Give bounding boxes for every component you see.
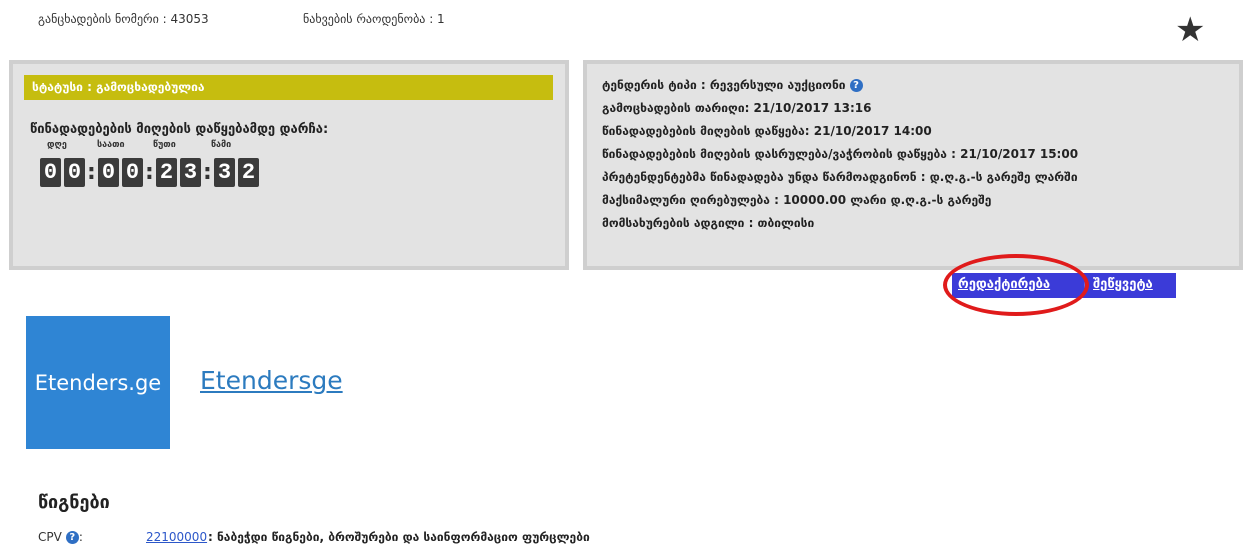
highlight-annotation — [943, 254, 1089, 316]
countdown-digit: 2 — [238, 158, 259, 187]
category-title: წიგნები — [38, 492, 110, 513]
countdown-separator: : — [203, 160, 212, 185]
application-number: განცხადების ნომერი : 43053 — [38, 12, 209, 26]
organization-link[interactable]: Etendersge — [200, 366, 343, 395]
cpv-description: : ნაბეჭდი წიგნები, ბროშურები და საინფორმ… — [208, 530, 590, 544]
remaining-time-label: წინადადებების მიღების დაწყებამდე დარჩა: — [30, 122, 329, 137]
countdown-digit: 3 — [214, 158, 235, 187]
countdown-separator: : — [87, 160, 96, 185]
countdown-digit: 3 — [180, 158, 201, 187]
countdown-digit: 0 — [64, 158, 85, 187]
countdown-digit: 0 — [122, 158, 143, 187]
cpv-code-link[interactable]: 22100000 — [146, 530, 207, 544]
days-label: დღე — [47, 140, 67, 150]
hours-label: საათი — [97, 140, 125, 150]
countdown-separator: : — [145, 160, 154, 185]
offers-end-date: წინადადებების მიღების დასრულება/ვაჭრობის… — [602, 147, 1079, 161]
tender-type: ტენდერის ტიპი : რევერსული აუქციონი? — [602, 78, 863, 92]
question-circle-icon[interactable]: ? — [65, 531, 79, 544]
offers-start-date: წინადადებების მიღების დაწყება: 21/10/201… — [602, 124, 932, 138]
stop-link[interactable]: შეწყვეტა — [1093, 277, 1153, 292]
announce-date: გამოცხადების თარიღი: 21/10/2017 13:16 — [602, 101, 872, 115]
view-count: ნახვების რაოდენობა : 1 — [303, 12, 445, 26]
organization-logo[interactable]: Etenders.ge — [26, 316, 170, 449]
cpv-label: CPV?: — [38, 530, 83, 544]
tender-type-text: ტენდერის ტიპი : რევერსული აუქციონი — [602, 78, 846, 92]
star-icon[interactable]: ★ — [1175, 10, 1205, 50]
question-circle-icon[interactable]: ? — [849, 79, 863, 92]
cpv-label-text: CPV — [38, 530, 62, 544]
status-badge: სტატუსი : გამოცხადებულია — [24, 75, 553, 100]
vat-note: პრეტენდენტებმა წინადადება უნდა წარმოადგი… — [602, 170, 1078, 184]
service-location: მომსახურების ადგილი : თბილისი — [602, 216, 815, 230]
countdown-digit: 2 — [156, 158, 177, 187]
max-price: მაქსიმალური ღირებულება : 10000.00 ლარი დ… — [602, 193, 992, 207]
seconds-label: წამი — [211, 140, 232, 150]
countdown-digit: 0 — [98, 158, 119, 187]
minutes-label: წუთი — [153, 140, 176, 150]
logo-text: Etenders.ge — [34, 370, 162, 395]
countdown-digit: 0 — [40, 158, 61, 187]
